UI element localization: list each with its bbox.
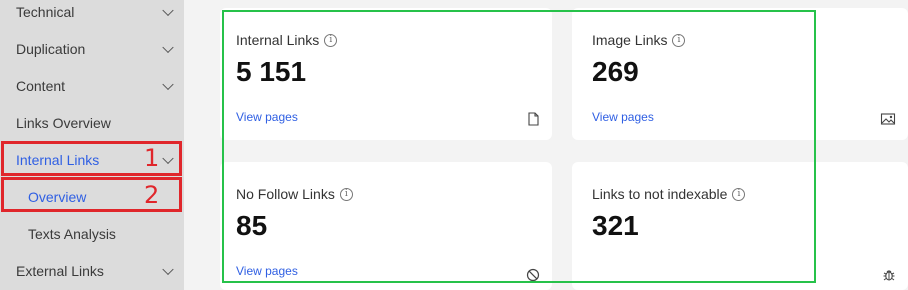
highlight-box (222, 10, 816, 283)
sidebar-item-links-overview[interactable]: Links Overview (0, 104, 184, 141)
annotation-marker-2: 2 (144, 181, 160, 209)
sidebar-item-label: Content (16, 77, 66, 94)
sidebar-item-label: Links Overview (16, 114, 111, 131)
sidebar-item-label: External Links (16, 262, 104, 279)
sidebar-item-label: Technical (16, 3, 75, 20)
chevron-down-icon (162, 41, 174, 53)
sidebar-item-label: Texts Analysis (28, 225, 116, 242)
sidebar-item-technical[interactable]: Technical (0, 0, 184, 30)
chevron-down-icon (162, 78, 174, 90)
sidebar-item-content[interactable]: Content (0, 67, 184, 104)
chevron-down-icon (162, 4, 174, 16)
chevron-down-icon (162, 263, 174, 275)
sidebar-item-texts-analysis[interactable]: Texts Analysis (0, 215, 184, 252)
sidebar-item-duplication[interactable]: Duplication (0, 30, 184, 67)
sidebar-item-external-links[interactable]: External Links (0, 252, 184, 289)
sidebar-item-label: Duplication (16, 40, 86, 57)
bug-icon (883, 270, 895, 281)
annotation-marker-1: 1 (144, 144, 160, 172)
image-icon (880, 113, 896, 125)
